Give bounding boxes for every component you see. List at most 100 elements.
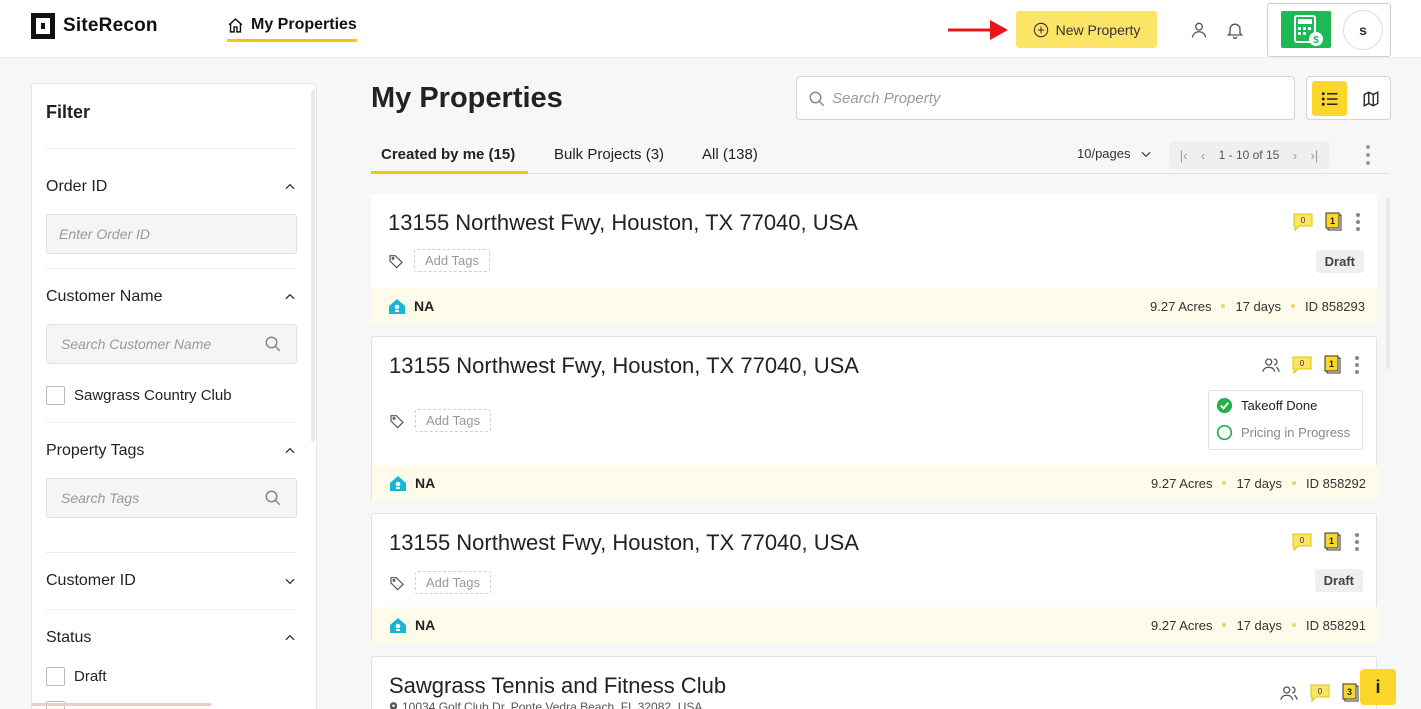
card-actions: 0 1 xyxy=(1262,355,1360,375)
sidebar-scrollbar[interactable] xyxy=(311,90,315,442)
new-property-button[interactable]: New Property xyxy=(1016,11,1157,48)
property-title[interactable]: 13155 Northwest Fwy, Houston, TX 77040, … xyxy=(389,353,859,379)
property-age: 17 days xyxy=(1236,475,1282,491)
prev-page-icon[interactable]: ‹ xyxy=(1201,148,1205,163)
chevron-up-icon[interactable] xyxy=(283,290,297,304)
checkbox[interactable] xyxy=(46,386,65,405)
separator-dot xyxy=(1291,304,1295,308)
bell-icon[interactable] xyxy=(1225,20,1245,40)
chevron-up-icon[interactable] xyxy=(283,631,297,645)
account-switcher[interactable]: $ s xyxy=(1267,3,1391,57)
add-tags-button[interactable]: Add Tags xyxy=(415,409,491,432)
calculator-app-tile[interactable]: $ xyxy=(1281,11,1331,48)
user-avatar[interactable]: s xyxy=(1343,10,1383,50)
customer-name: NA xyxy=(415,617,436,633)
users-icon[interactable] xyxy=(1280,685,1298,701)
tab-all[interactable]: All (138) xyxy=(702,146,758,163)
app-root: SiteRecon My Properties New Property $ s… xyxy=(0,0,1421,709)
customer-name-section-header[interactable]: Customer Name xyxy=(46,288,297,306)
brand-name: SiteRecon xyxy=(63,15,158,36)
property-id: ID 858292 xyxy=(1306,475,1366,491)
map-view-button[interactable] xyxy=(1353,81,1388,116)
tab-created-by-me[interactable]: Created by me (15) xyxy=(381,146,515,163)
property-title[interactable]: 13155 Northwest Fwy, Houston, TX 77040, … xyxy=(389,530,859,556)
step-pricing-in-progress: Pricing in Progress xyxy=(1216,424,1350,441)
status-option-draft[interactable]: Draft xyxy=(46,667,107,686)
order-id-input[interactable]: Enter Order ID xyxy=(46,214,297,254)
property-card[interactable]: 13155 Northwest Fwy, Houston, TX 77040, … xyxy=(371,194,1377,324)
chevron-up-icon[interactable] xyxy=(283,444,297,458)
info-help-button[interactable]: i xyxy=(1360,669,1396,705)
pagination: |‹ ‹ 1 - 10 of 15 › ›| xyxy=(1169,141,1329,169)
customer-option-label: Sawgrass Country Club xyxy=(74,387,232,404)
customer-option-sawgrass[interactable]: Sawgrass Country Club xyxy=(46,386,232,405)
property-tags-search-input[interactable]: Search Tags xyxy=(46,478,297,518)
chevron-up-icon[interactable] xyxy=(283,180,297,194)
more-vertical-icon[interactable] xyxy=(1355,212,1361,232)
customer-name-placeholder: Search Customer Name xyxy=(61,336,212,352)
status-section-header[interactable]: Status xyxy=(46,629,297,647)
card-actions: 0 1 xyxy=(1292,532,1360,552)
customer-id-label: Customer ID xyxy=(46,572,136,589)
checkbox[interactable] xyxy=(46,667,65,686)
per-page-value: 10/pages xyxy=(1077,146,1131,161)
tab-bulk-projects[interactable]: Bulk Projects (3) xyxy=(554,146,664,163)
list-view-button[interactable] xyxy=(1312,81,1347,116)
step-label: Pricing in Progress xyxy=(1241,425,1351,440)
svg-text:$: $ xyxy=(1313,35,1319,46)
divider xyxy=(46,609,297,610)
separator-dot xyxy=(1222,623,1227,627)
comment-icon[interactable]: 0 xyxy=(1310,684,1330,702)
customer-info: NA xyxy=(389,475,435,491)
chevron-down-icon xyxy=(1141,151,1150,157)
add-tags-button[interactable]: Add Tags xyxy=(415,571,491,594)
users-icon[interactable] xyxy=(1262,357,1280,373)
notes-icon[interactable]: 1 xyxy=(1325,212,1343,232)
property-meta: 9.27 Acres 17 days ID 858292 xyxy=(1151,476,1366,491)
property-title[interactable]: 13155 Northwest Fwy, Houston, TX 77040, … xyxy=(388,210,858,236)
property-tags-section-header[interactable]: Property Tags xyxy=(46,442,297,460)
last-page-icon[interactable]: ›| xyxy=(1311,148,1319,163)
per-page-select[interactable]: 10/pages xyxy=(1077,146,1153,161)
property-card[interactable]: 13155 Northwest Fwy, Houston, TX 77040, … xyxy=(371,336,1378,501)
notes-icon[interactable]: 1 xyxy=(1324,532,1342,552)
divider xyxy=(46,552,297,553)
tags-row: Add Tags xyxy=(389,571,491,594)
property-age: 17 days xyxy=(1236,617,1282,633)
add-tags-button[interactable]: Add Tags xyxy=(414,249,490,272)
notes-count: 1 xyxy=(1329,359,1334,369)
pager-range: 1 - 10 of 15 xyxy=(1218,148,1280,162)
order-id-section-header[interactable]: Order ID xyxy=(46,178,297,196)
siterecon-logo-icon xyxy=(31,13,55,39)
step-label: Takeoff Done xyxy=(1241,398,1318,413)
chevron-down-icon[interactable] xyxy=(283,574,297,588)
search-property-input[interactable]: Search Property xyxy=(796,76,1295,120)
property-tags-label: Property Tags xyxy=(46,442,145,459)
comment-count: 0 xyxy=(1301,216,1306,225)
property-title[interactable]: Sawgrass Tennis and Fitness Club xyxy=(389,673,726,699)
list-scrollbar[interactable] xyxy=(1386,197,1390,369)
property-card[interactable]: 13155 Northwest Fwy, Houston, TX 77040, … xyxy=(371,513,1378,643)
comment-icon[interactable]: 0 xyxy=(1292,533,1312,551)
customer-id-section-header[interactable]: Customer ID xyxy=(46,572,297,590)
property-card[interactable]: Sawgrass Tennis and Fitness Club 10034 G… xyxy=(371,656,1377,709)
status-badge: Draft xyxy=(1314,569,1363,592)
more-vertical-icon[interactable] xyxy=(1354,355,1360,375)
notes-icon[interactable]: 1 xyxy=(1324,355,1342,375)
next-page-icon[interactable]: › xyxy=(1293,148,1297,163)
brand-logo[interactable]: SiteRecon xyxy=(31,13,158,39)
customer-info: NA xyxy=(389,617,435,633)
tags-row: Add Tags xyxy=(389,409,491,432)
user-icon[interactable] xyxy=(1189,20,1209,40)
comment-icon[interactable]: 0 xyxy=(1292,356,1312,374)
property-meta: 9.27 Acres 17 days ID 858291 xyxy=(1151,618,1366,633)
customer-name-search-input[interactable]: Search Customer Name xyxy=(46,324,297,364)
nav-my-properties[interactable]: My Properties xyxy=(227,16,357,42)
property-acres: 9.27 Acres xyxy=(1150,298,1212,314)
more-vertical-icon[interactable] xyxy=(1364,144,1372,166)
location-pin-icon xyxy=(389,701,398,709)
notes-icon[interactable]: 3 xyxy=(1342,683,1360,703)
comment-icon[interactable]: 0 xyxy=(1293,213,1313,231)
first-page-icon[interactable]: |‹ xyxy=(1180,148,1188,163)
more-vertical-icon[interactable] xyxy=(1354,532,1360,552)
